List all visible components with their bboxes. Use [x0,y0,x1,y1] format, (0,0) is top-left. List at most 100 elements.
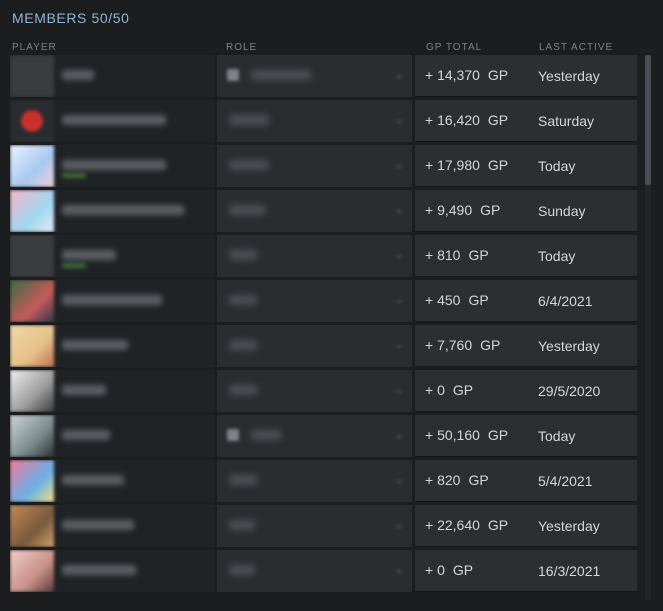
member-row[interactable]: ⌄ + 450 GP 6/4/2021 [0,280,642,322]
gp-cell: + 7,760 GP Yesterday [415,325,637,367]
member-row[interactable]: ⌄ + 9,490 GP Sunday [0,190,642,232]
gp-cell: + 810 GP Today [415,235,637,277]
player-cell[interactable] [10,415,215,457]
chevron-down-icon[interactable]: ⌄ [394,472,404,486]
gp-cell: + 22,640 GP Yesterday [415,505,637,547]
avatar[interactable] [10,550,54,592]
gp-cell: + 9,490 GP Sunday [415,190,637,232]
chevron-down-icon[interactable]: ⌄ [394,67,404,81]
player-cell[interactable] [10,145,215,187]
avatar[interactable] [10,145,54,187]
role-dropdown[interactable]: ⌄ [217,100,412,142]
player-cell[interactable] [10,370,215,412]
gp-value: + 450 [425,292,461,308]
gp-total: + 16,420 GP [425,112,508,128]
avatar[interactable] [10,100,54,142]
chevron-down-icon[interactable]: ⌄ [394,247,404,261]
avatar[interactable] [10,190,54,232]
role-dropdown[interactable]: ⌄ [217,370,412,412]
column-header-role[interactable]: ROLE [226,42,257,53]
member-row[interactable]: ⌄ + 50,160 GP Today [0,415,642,457]
role-dropdown[interactable]: ⌄ [217,190,412,232]
gp-total: + 450 GP [425,292,489,308]
gp-unit: GP [487,67,509,83]
member-row[interactable]: ⌄ + 16,420 GP Saturday [0,100,642,142]
member-row[interactable]: ⌄ + 14,370 GP Yesterday [0,55,642,97]
chevron-down-icon[interactable]: ⌄ [394,292,404,306]
gp-total: + 14,370 GP [425,67,508,83]
player-name-redacted [62,115,166,125]
chevron-down-icon[interactable]: ⌄ [394,157,404,171]
role-dropdown[interactable]: ⌄ [217,325,412,367]
gp-total: + 22,640 GP [425,517,508,533]
chevron-down-icon[interactable]: ⌄ [394,202,404,216]
player-cell[interactable] [10,55,215,97]
gp-cell: + 820 GP 5/4/2021 [415,460,637,502]
role-dropdown[interactable]: ⌄ [217,55,412,97]
role-label-redacted [229,475,257,485]
member-row[interactable]: ⌄ + 0 GP 29/5/2020 [0,370,642,412]
member-row[interactable]: ⌄ + 17,980 GP Today [0,145,642,187]
role-label-redacted [229,340,257,350]
avatar[interactable] [10,460,54,502]
chevron-down-icon[interactable]: ⌄ [394,112,404,126]
gp-unit: GP [480,337,501,353]
member-row[interactable]: ⌄ + 820 GP 5/4/2021 [0,460,642,502]
player-cell[interactable] [10,190,215,232]
role-dropdown[interactable]: ⌄ [217,145,412,187]
column-header-gp-total[interactable]: GP TOTAL [426,42,482,53]
role-icon [227,429,239,441]
member-list-scrollbar[interactable] [645,55,651,600]
player-status-redacted [62,263,86,268]
player-name-redacted [62,385,106,395]
role-dropdown[interactable]: ⌄ [217,235,412,277]
role-label-redacted [229,160,269,170]
role-dropdown[interactable]: ⌄ [217,280,412,322]
player-cell[interactable] [10,100,215,142]
member-row[interactable]: ⌄ + 7,760 GP Yesterday [0,325,642,367]
chevron-down-icon[interactable]: ⌄ [394,337,404,351]
player-cell[interactable] [10,325,215,367]
gp-value: + 7,760 [425,337,473,353]
gp-unit: GP [487,427,509,443]
player-name-redacted [62,430,110,440]
role-dropdown[interactable]: ⌄ [217,550,412,592]
column-header-player[interactable]: PLAYER [12,42,57,53]
last-active: Today [538,248,576,264]
last-active: Yesterday [538,338,600,354]
member-row[interactable]: ⌄ + 22,640 GP Yesterday [0,505,642,547]
player-name-redacted [62,565,136,575]
player-cell[interactable] [10,550,215,592]
last-active: Yesterday [538,68,600,84]
gp-cell: + 0 GP 16/3/2021 [415,550,637,592]
role-label-redacted [251,430,281,440]
last-active: Today [538,158,576,174]
chevron-down-icon[interactable]: ⌄ [394,382,404,396]
member-row[interactable]: ⌄ + 0 GP 16/3/2021 [0,550,642,592]
chevron-down-icon[interactable]: ⌄ [394,517,404,531]
player-name-redacted [62,160,166,170]
avatar[interactable] [10,55,54,97]
role-dropdown[interactable]: ⌄ [217,415,412,457]
gp-unit: GP [480,202,501,218]
member-row[interactable]: ⌄ + 810 GP Today [0,235,642,277]
chevron-down-icon[interactable]: ⌄ [394,427,404,441]
player-cell[interactable] [10,505,215,547]
column-header-last-active[interactable]: LAST ACTIVE [539,42,613,53]
player-cell[interactable] [10,235,215,277]
avatar[interactable] [10,280,54,322]
avatar[interactable] [10,415,54,457]
player-cell[interactable] [10,280,215,322]
avatar[interactable] [10,370,54,412]
player-cell[interactable] [10,460,215,502]
chevron-down-icon[interactable]: ⌄ [394,562,404,576]
role-dropdown[interactable]: ⌄ [217,460,412,502]
avatar[interactable] [10,235,54,277]
role-dropdown[interactable]: ⌄ [217,505,412,547]
avatar[interactable] [10,505,54,547]
avatar[interactable] [10,325,54,367]
role-label-redacted [229,565,255,575]
gp-value: + 0 [425,562,445,578]
scrollbar-thumb[interactable] [645,55,651,185]
role-label-redacted [229,520,255,530]
